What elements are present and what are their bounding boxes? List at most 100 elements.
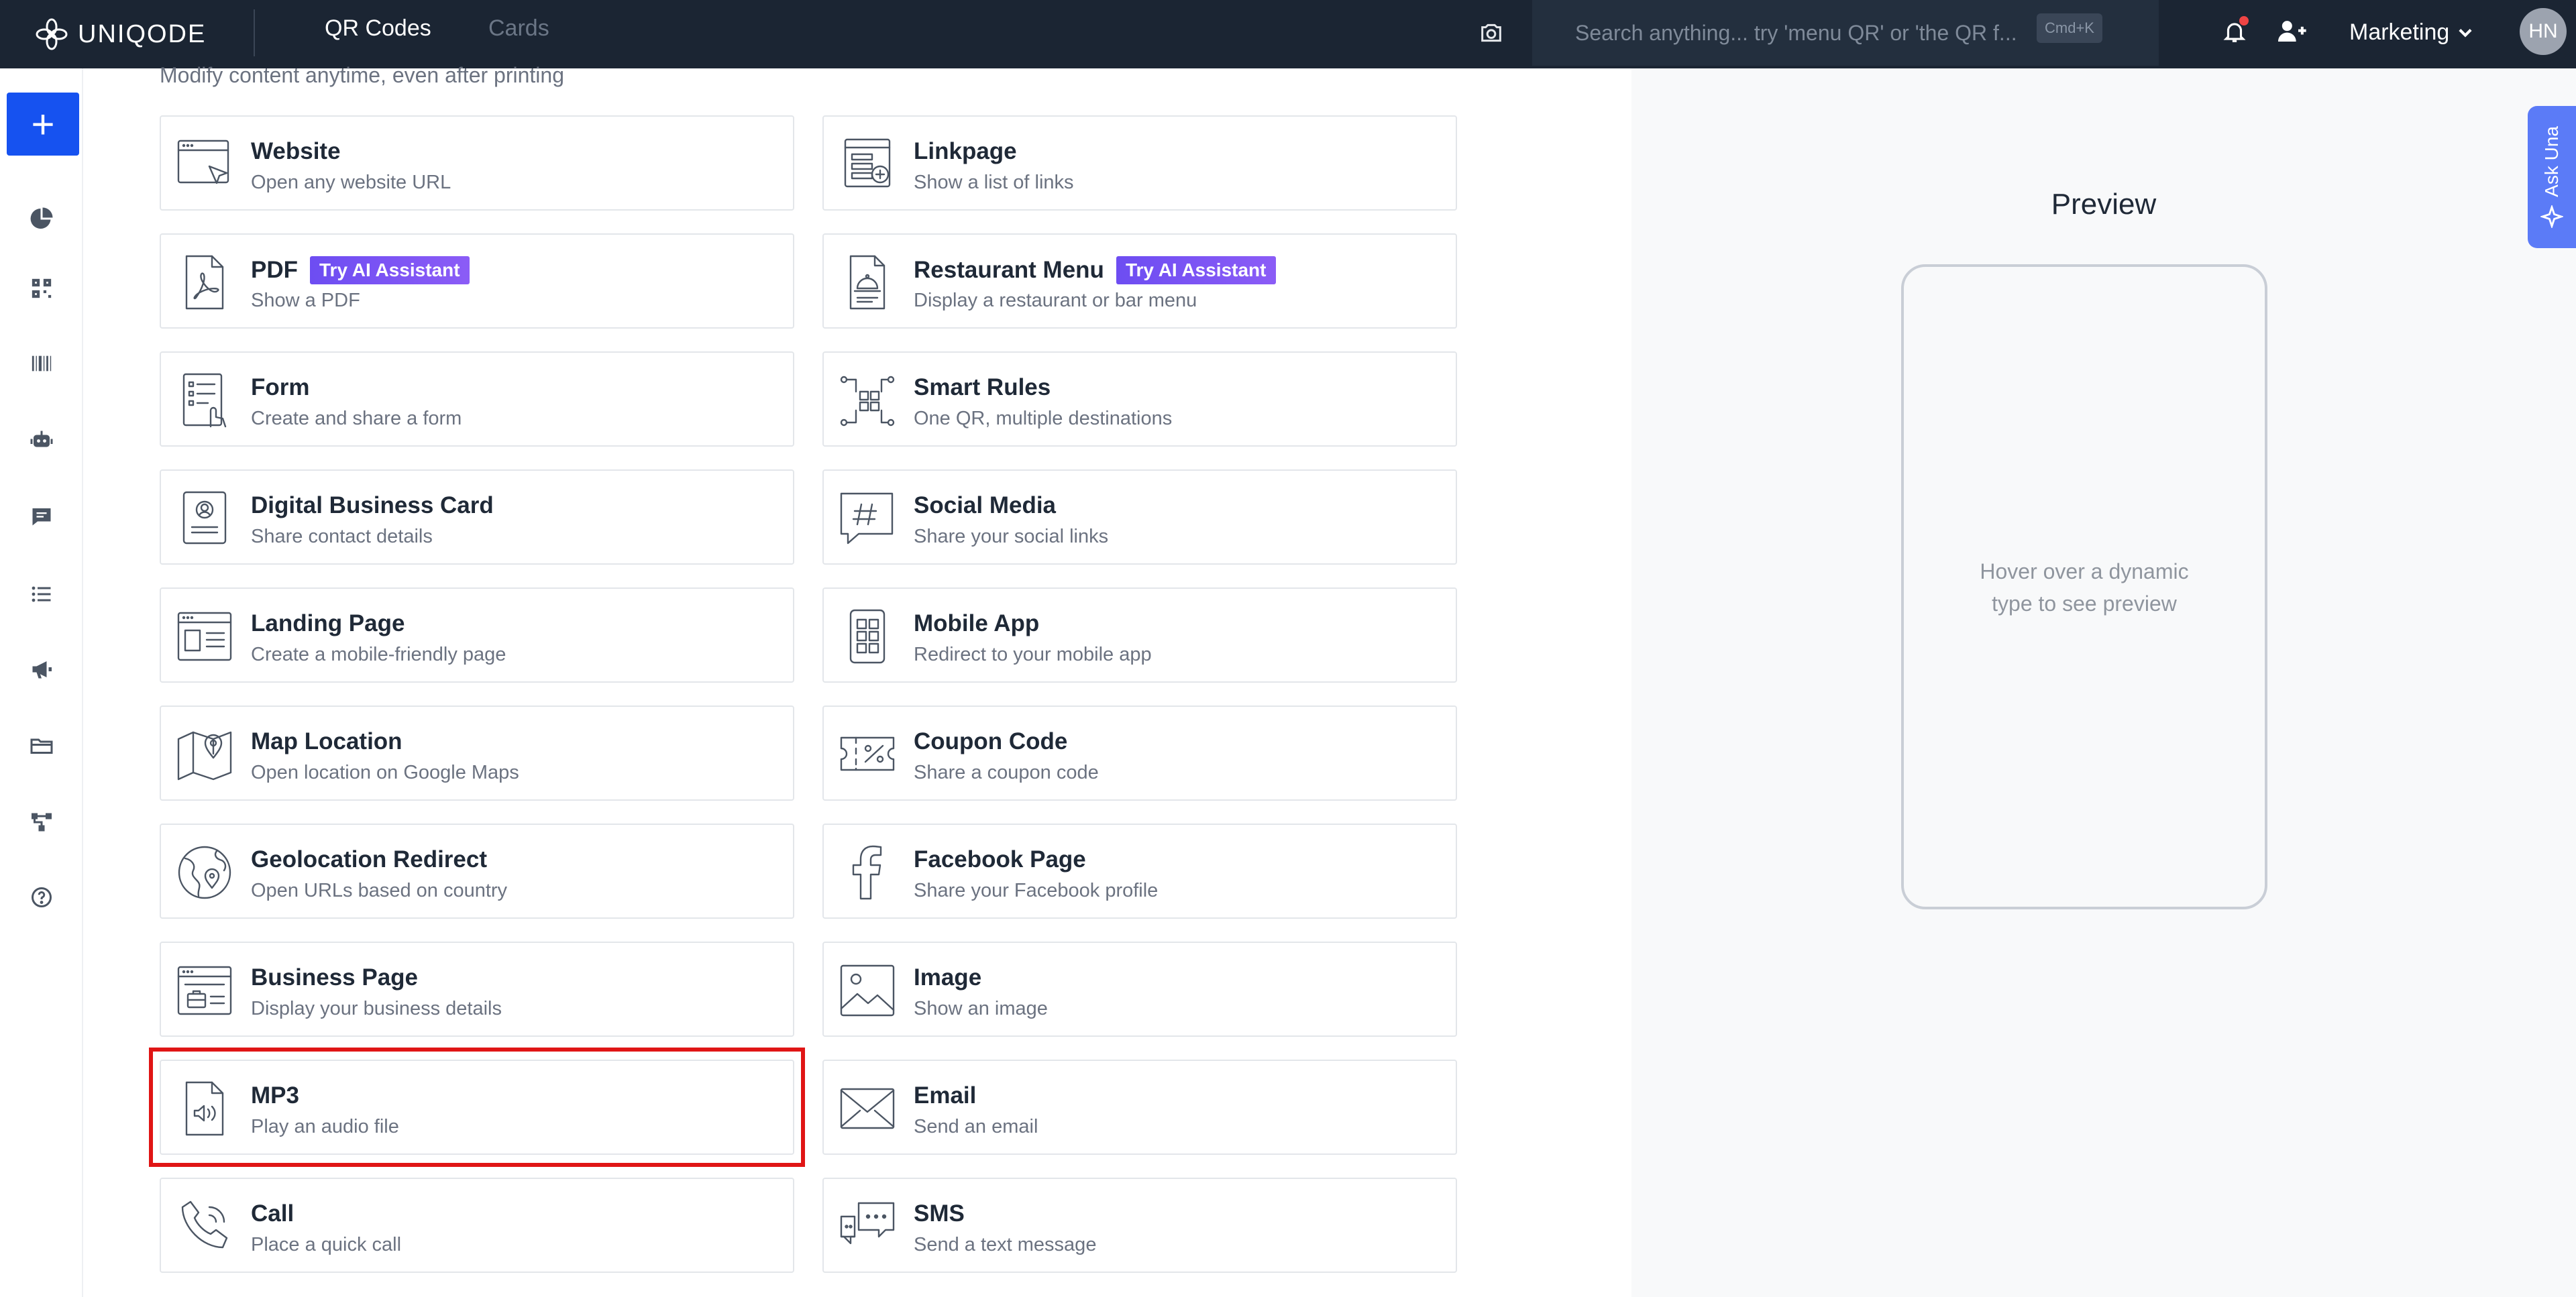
qr-type-card-business-page[interactable]: Business Page Display your business detai…: [160, 942, 794, 1037]
qr-type-card-call[interactable]: Call Place a quick call: [160, 1178, 794, 1273]
qr-type-card-smart-rules[interactable]: Smart Rules One QR, multiple destinations: [822, 351, 1457, 447]
user-avatar[interactable]: HN: [2520, 8, 2567, 55]
card-title-text: Call: [251, 1200, 294, 1227]
card-title: Mobile App: [914, 610, 1039, 637]
ask-una-button[interactable]: Ask Una: [2528, 106, 2576, 248]
card-title: Geolocation Redirect: [251, 846, 487, 873]
qr-codes-icon[interactable]: [25, 272, 58, 304]
browser-cursor-icon: [176, 135, 233, 193]
qr-type-card-pdf[interactable]: PDF Try AI Assistant Show a PDF: [160, 233, 794, 329]
invite-user-button[interactable]: [2273, 15, 2310, 48]
card-title-text: Digital Business Card: [251, 492, 494, 518]
menu-cloche-icon: [839, 253, 896, 311]
qr-type-card-facebook-page[interactable]: Facebook Page Share your Facebook profile: [822, 824, 1457, 919]
workflow-icon[interactable]: [25, 806, 58, 838]
qr-type-card-geolocation-redirect[interactable]: Geolocation Redirect Open URLs based on c…: [160, 824, 794, 919]
linkpage-icon: [839, 135, 896, 193]
mobile-app-icon: [839, 608, 896, 665]
left-sidebar: +: [0, 68, 83, 1297]
qr-type-card-landing-page[interactable]: Landing Page Create a mobile-friendly pag…: [160, 587, 794, 683]
chevron-down-icon: [2459, 29, 2472, 38]
sparkle-icon: [2540, 205, 2563, 228]
card-title: Coupon Code: [914, 728, 1067, 755]
card-title: Digital Business Card: [251, 492, 494, 519]
card-description: Place a quick call: [251, 1234, 402, 1255]
search-shortcut-hint: Cmd+K: [2037, 13, 2102, 43]
card-title: Social Media: [914, 492, 1056, 519]
card-title-text: Coupon Code: [914, 728, 1068, 754]
notifications-button[interactable]: [2218, 15, 2251, 48]
image-icon: [839, 962, 896, 1019]
qr-type-card-image[interactable]: Image Show an image: [822, 942, 1457, 1037]
contact-card-icon: [176, 490, 233, 547]
card-title-text: Business Page: [251, 964, 418, 991]
messages-icon[interactable]: [25, 500, 58, 532]
card-title-text: PDF: [251, 257, 298, 283]
qr-type-card-sms[interactable]: SMS Send a text message: [822, 1178, 1457, 1273]
tab-cards[interactable]: Cards: [488, 15, 549, 54]
card-description: Display a restaurant or bar menu: [914, 290, 1197, 311]
business-page-icon: [176, 962, 233, 1019]
qr-type-card-linkpage[interactable]: Linkpage Show a list of links: [822, 115, 1457, 211]
card-description: Share your social links: [914, 526, 1109, 547]
card-title-text: Website: [251, 138, 341, 164]
preview-hint: Hover over a dynamic type to see preview: [1980, 559, 2189, 616]
card-title: Smart Rules: [914, 374, 1051, 401]
bot-icon[interactable]: [25, 424, 58, 456]
card-title: Restaurant Menu Try AI Assistant: [914, 256, 1276, 284]
ai-assistant-badge[interactable]: Try AI Assistant: [1116, 256, 1276, 284]
top-navigation-bar: UNIQODE QR Codes Cards Cmd+K Marketing H…: [0, 0, 2576, 68]
qr-type-card-form[interactable]: Form Create and share a form: [160, 351, 794, 447]
card-title-text: Mobile App: [914, 610, 1040, 636]
help-icon[interactable]: [25, 881, 58, 913]
list-icon[interactable]: [25, 578, 58, 610]
workspace-selector[interactable]: Marketing: [2349, 15, 2475, 50]
card-title: Website: [251, 138, 341, 165]
hashtag-icon: [839, 490, 896, 547]
global-search[interactable]: Cmd+K: [1532, 0, 2159, 66]
preview-title: Preview: [2051, 188, 2157, 221]
section-subtitle: Modify content anytime, even after print…: [160, 63, 564, 87]
tab-qr-codes[interactable]: QR Codes: [325, 15, 431, 54]
qr-type-card-social-media[interactable]: Social Media Share your social links: [822, 469, 1457, 565]
scan-camera-button[interactable]: [1474, 16, 1508, 50]
selection-highlight: [149, 1048, 805, 1167]
card-description: Open URLs based on country: [251, 880, 508, 901]
qr-type-card-email[interactable]: Email Send an email: [822, 1060, 1457, 1155]
facebook-icon: [839, 844, 896, 901]
qr-type-card-mobile-app[interactable]: Mobile App Redirect to your mobile app: [822, 587, 1457, 683]
card-title: Email: [914, 1082, 976, 1109]
card-description: Display your business details: [251, 998, 502, 1019]
card-title-text: Image: [914, 964, 982, 991]
card-title-text: Landing Page: [251, 610, 405, 636]
landing-page-icon: [176, 608, 233, 665]
card-description: Send an email: [914, 1116, 1038, 1137]
search-input[interactable]: [1575, 20, 2031, 46]
create-new-button[interactable]: +: [7, 93, 79, 156]
brand-logo[interactable]: UNIQODE: [35, 11, 206, 58]
card-description: Show a list of links: [914, 172, 1074, 193]
phone-preview-frame: Hover over a dynamic type to see preview: [1901, 264, 2267, 909]
card-description: Create and share a form: [251, 408, 462, 429]
card-title-text: Map Location: [251, 728, 402, 754]
card-description: Show a PDF: [251, 290, 360, 311]
analytics-icon[interactable]: [25, 203, 58, 235]
card-title: PDF Try AI Assistant: [251, 256, 470, 284]
folder-icon[interactable]: [25, 730, 58, 762]
globe-pin-icon: [176, 844, 233, 901]
campaign-icon[interactable]: [25, 653, 58, 685]
barcode-icon[interactable]: [25, 347, 58, 380]
qr-type-card-website[interactable]: Website Open any website URL: [160, 115, 794, 211]
smart-rules-icon: [839, 372, 896, 429]
uniqode-logo-icon: [36, 18, 68, 50]
qr-type-card-map-location[interactable]: Map Location Open location on Google Maps: [160, 706, 794, 801]
qr-type-card-restaurant-menu[interactable]: Restaurant Menu Try AI Assistant Display a…: [822, 233, 1457, 329]
qr-type-card-coupon-code[interactable]: Coupon Code Share a coupon code: [822, 706, 1457, 801]
card-description: Share a coupon code: [914, 762, 1099, 783]
qr-type-card-digital-business-card[interactable]: Digital Business Card Share contact detai…: [160, 469, 794, 565]
card-title-text: Email: [914, 1082, 977, 1109]
notification-dot: [2239, 16, 2249, 25]
ai-assistant-badge[interactable]: Try AI Assistant: [310, 256, 470, 284]
camera-icon: [1481, 23, 1501, 42]
coupon-icon: [839, 726, 896, 783]
